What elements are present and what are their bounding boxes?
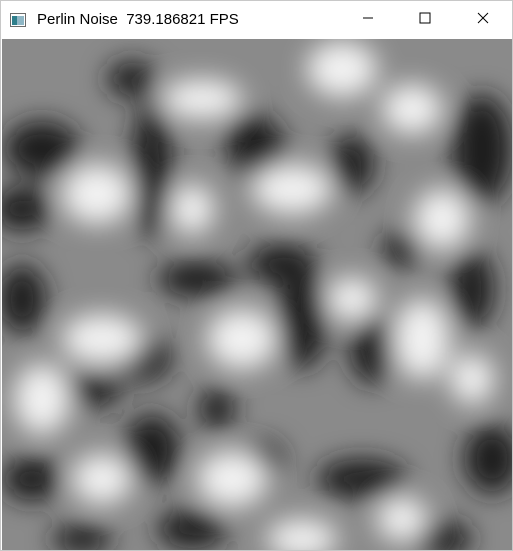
close-button[interactable] bbox=[460, 1, 506, 39]
perlin-noise-image bbox=[2, 39, 512, 550]
maximize-icon bbox=[419, 11, 431, 29]
minimize-button[interactable] bbox=[345, 1, 391, 39]
title-bar[interactable]: Perlin Noise 739.186821 FPS bbox=[1, 1, 512, 39]
app-window: Perlin Noise 739.186821 FPS bbox=[0, 0, 513, 551]
minimize-icon bbox=[362, 11, 374, 29]
noise-canvas bbox=[2, 39, 512, 550]
close-icon bbox=[477, 11, 489, 29]
app-window-icon bbox=[10, 13, 26, 27]
maximize-button[interactable] bbox=[402, 1, 448, 39]
window-title: Perlin Noise 739.186821 FPS bbox=[37, 11, 239, 28]
